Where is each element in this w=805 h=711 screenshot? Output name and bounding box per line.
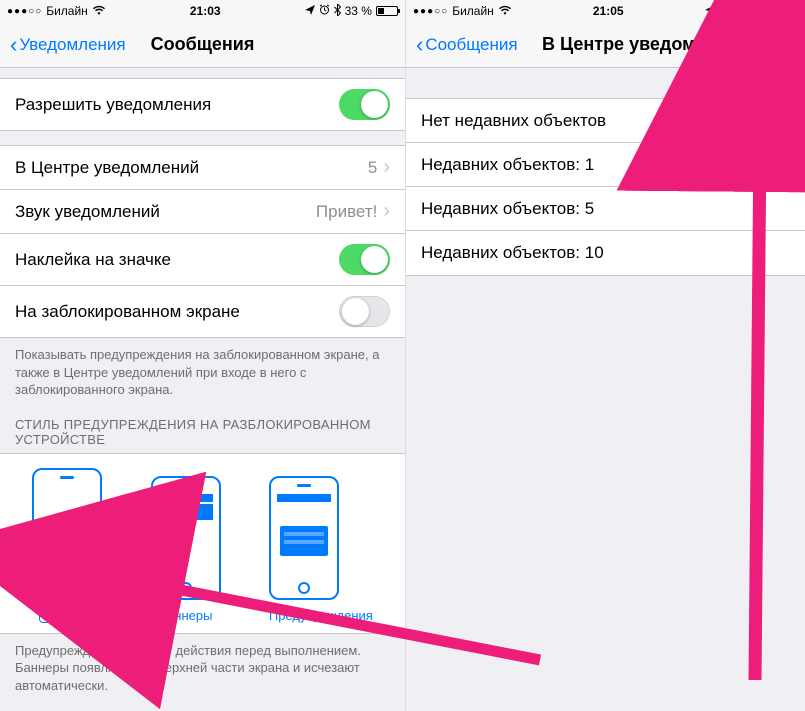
battery-icon <box>376 6 398 16</box>
group-notification-prefs: В Центре уведомлений 5 › Звук уведомлени… <box>0 145 405 338</box>
row-label: Наклейка на значке <box>15 250 171 270</box>
row-value: Привет! <box>316 202 377 222</box>
group-count-options: Нет недавних объектов ✓ Недавних объекто… <box>406 98 805 276</box>
nav-header: ‹ Уведомления Сообщения <box>0 22 405 68</box>
option-none[interactable]: Нет недавних объектов ✓ <box>406 99 805 143</box>
chevron-right-icon: › <box>383 156 390 179</box>
clock: 21:05 <box>593 4 624 18</box>
option-1[interactable]: Недавних объектов: 1 <box>406 143 805 187</box>
style-label: Баннеры <box>151 608 221 623</box>
header-alert-style: СТИЛЬ ПРЕДУПРЕЖДЕНИЯ НА РАЗБЛОКИРОВАННОМ… <box>0 403 405 453</box>
alarm-icon <box>719 4 730 18</box>
row-in-center[interactable]: В Центре уведомлений 5 › <box>0 146 405 190</box>
style-option-banners[interactable]: Баннеры <box>151 476 221 623</box>
row-label: Звук уведомлений <box>15 202 160 222</box>
row-label: На заблокированном экране <box>15 302 240 322</box>
row-sound[interactable]: Звук уведомлений Привет! › <box>0 190 405 234</box>
bluetooth-icon <box>734 4 741 19</box>
style-label: Нет <box>39 600 95 623</box>
style-option-alerts[interactable]: Предупреждения <box>269 476 373 623</box>
battery-icon <box>776 6 798 16</box>
option-5[interactable]: Недавних объектов: 5 <box>406 187 805 231</box>
row-value: 5 <box>368 158 377 178</box>
back-button[interactable]: ‹ Уведомления <box>10 34 126 56</box>
style-label: Предупреждения <box>269 608 373 623</box>
footer-alert-style: Предупреждения требуют действия перед вы… <box>0 634 405 699</box>
wifi-icon <box>498 4 512 18</box>
chevron-left-icon: ‹ <box>416 34 423 56</box>
back-label: Уведомления <box>19 35 125 55</box>
row-label: В Центре уведомлений <box>15 158 199 178</box>
nav-header: ‹ Сообщения В Центре уведомлений <box>406 22 805 68</box>
battery-percent: 33 % <box>745 4 772 18</box>
option-label: Нет недавних объектов <box>421 111 606 131</box>
row-allow-notifications[interactable]: Разрешить уведомления <box>0 79 405 130</box>
back-button[interactable]: ‹ Сообщения <box>416 34 518 56</box>
row-lockscreen[interactable]: На заблокированном экране <box>0 286 405 337</box>
row-label: Разрешить уведомления <box>15 95 211 115</box>
alert-style-chooser: Нет Баннеры Предупреждения <box>0 453 405 634</box>
style-option-none[interactable]: Нет <box>32 468 102 623</box>
switch-lockscreen[interactable] <box>339 296 390 327</box>
header-message-params: ПАРАМЕТРЫ «СООБЩЕНИЯ» <box>0 698 405 711</box>
battery-percent: 33 % <box>345 4 372 18</box>
signal-dots-icon: ●●●○○ <box>7 6 42 17</box>
carrier-label: Билайн <box>452 4 494 18</box>
switch-allow[interactable] <box>339 89 390 120</box>
clock: 21:03 <box>190 4 221 18</box>
group-allow: Разрешить уведомления <box>0 78 405 131</box>
bluetooth-icon <box>334 4 341 19</box>
screen-notification-center-count: ●●●○○ Билайн 21:05 33 % <box>405 0 805 711</box>
location-icon <box>705 4 715 18</box>
option-10[interactable]: Недавних объектов: 10 <box>406 231 805 275</box>
footer-lockscreen: Показывать предупреждения на заблокирова… <box>0 338 405 403</box>
location-icon <box>305 4 315 18</box>
chevron-left-icon: ‹ <box>10 34 17 56</box>
wifi-icon <box>92 4 106 18</box>
checkmark-icon: ✓ <box>775 110 790 131</box>
back-label: Сообщения <box>425 35 517 55</box>
switch-badge[interactable] <box>339 244 390 275</box>
option-label: Недавних объектов: 1 <box>421 155 594 175</box>
status-bar: ●●●○○ Билайн 21:03 33 % <box>0 0 405 22</box>
status-bar: ●●●○○ Билайн 21:05 33 % <box>406 0 805 22</box>
alarm-icon <box>319 4 330 18</box>
carrier-label: Билайн <box>46 4 88 18</box>
screen-messages-settings: ●●●○○ Билайн 21:03 33 % <box>0 0 405 711</box>
signal-dots-icon: ●●●○○ <box>413 6 448 17</box>
row-badge[interactable]: Наклейка на значке <box>0 234 405 286</box>
option-label: Недавних объектов: 5 <box>421 199 594 219</box>
chevron-right-icon: › <box>383 200 390 223</box>
option-label: Недавних объектов: 10 <box>421 243 604 263</box>
